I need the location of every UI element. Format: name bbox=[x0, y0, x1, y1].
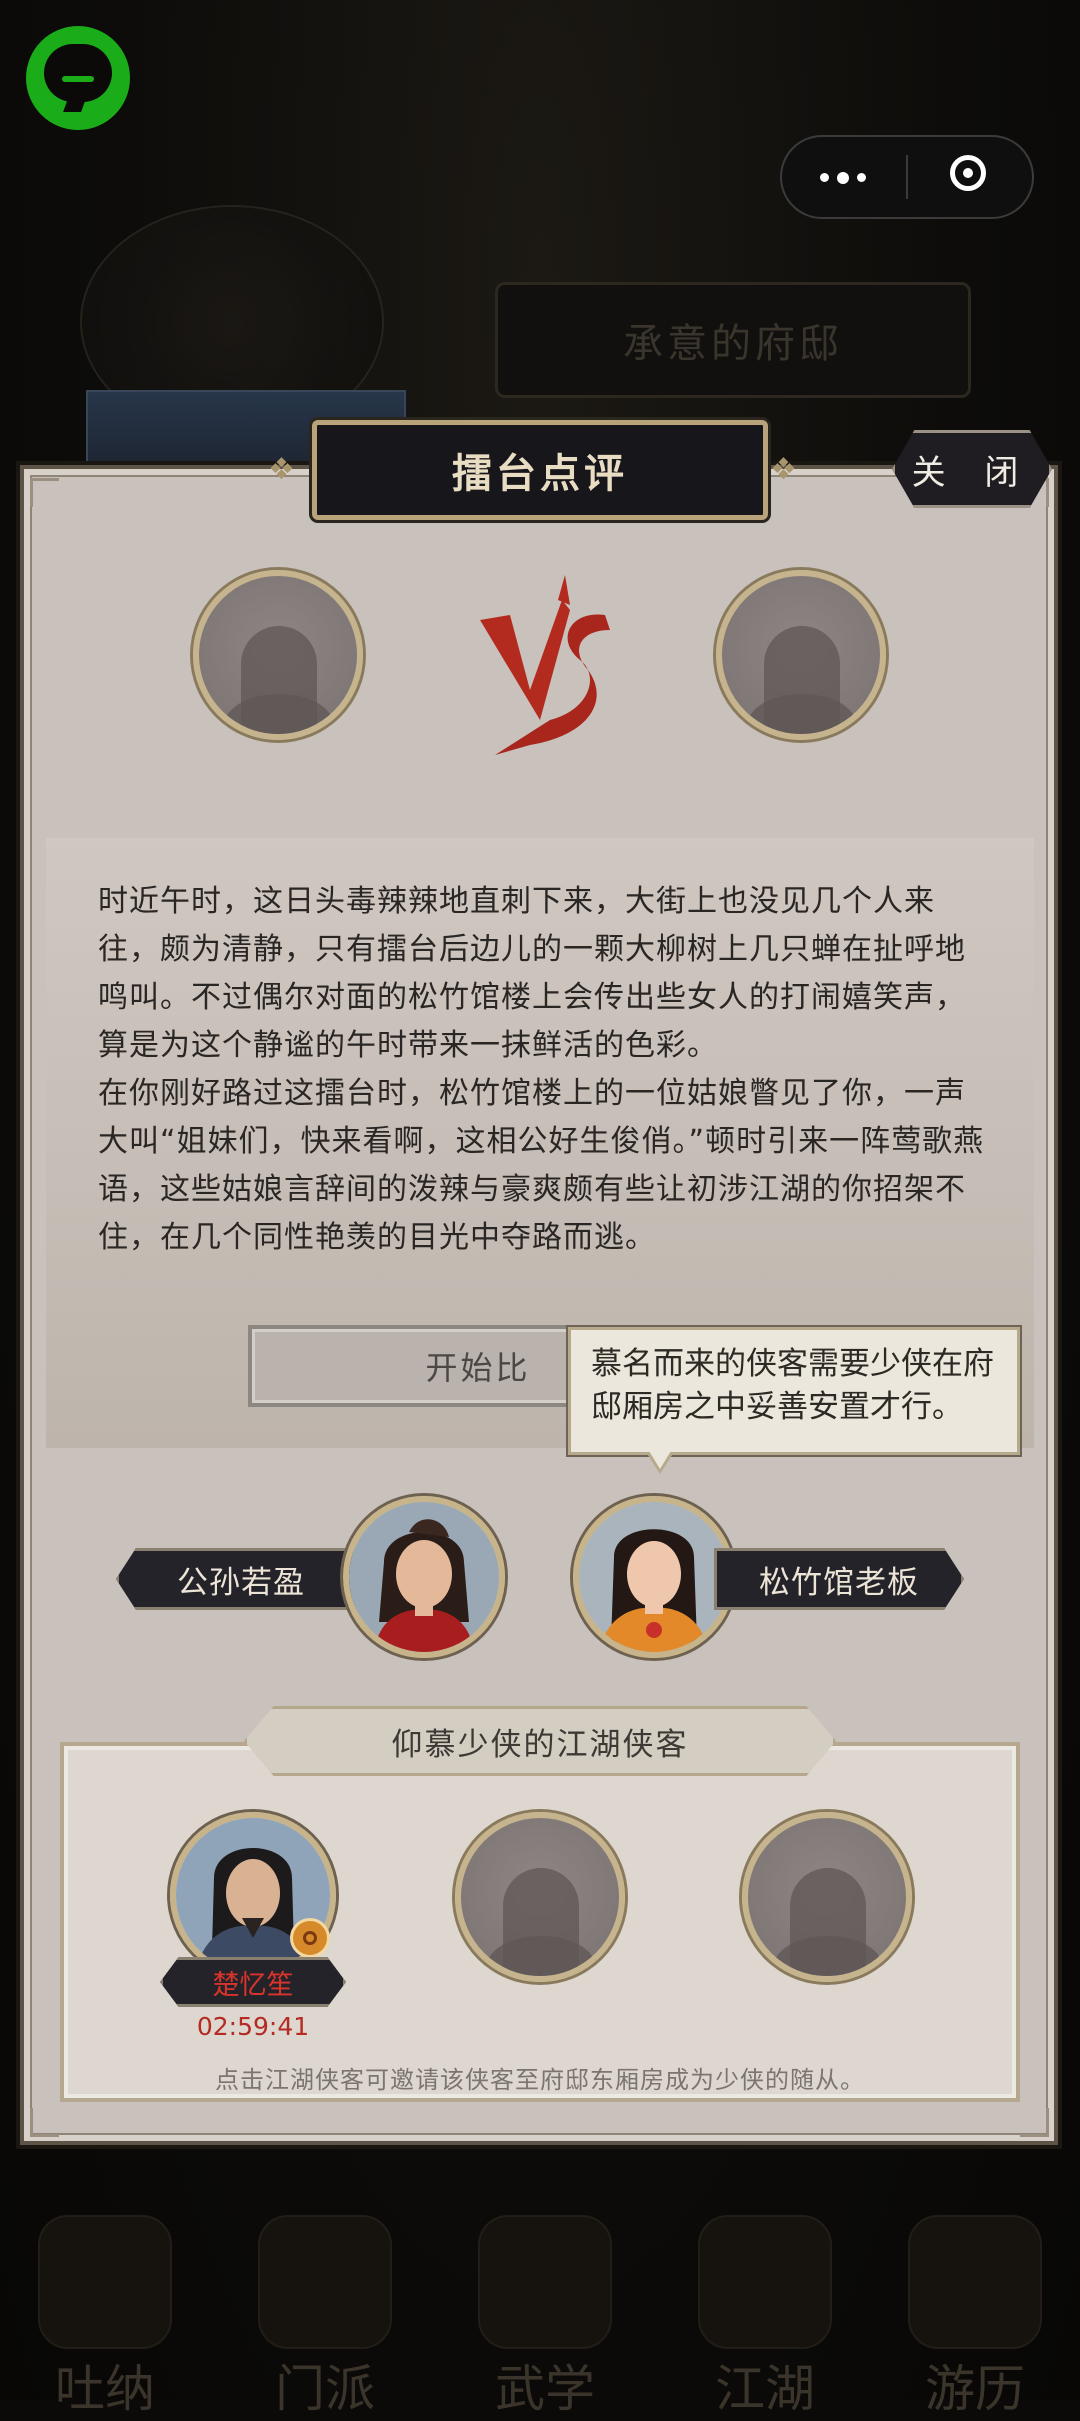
empty-avatar-right bbox=[716, 570, 886, 740]
character-avatar-right[interactable] bbox=[573, 1496, 735, 1658]
breathing-icon bbox=[38, 2215, 172, 2349]
guest-hint-text: 点击江湖侠客可邀请该侠客至府邸东厢房成为少侠的随从。 bbox=[215, 2066, 865, 2094]
empty-guest-slot[interactable] bbox=[455, 1812, 625, 1982]
admirer-guests-title: 仰慕少侠的江湖侠客 bbox=[244, 1706, 836, 1776]
character-name-right: 松竹馆老板 bbox=[714, 1548, 964, 1610]
nav-item-jianghu: 江湖 bbox=[680, 2215, 850, 2418]
close-button[interactable]: 关 闭 bbox=[892, 430, 1052, 508]
title-ornament-left: ❖ bbox=[268, 452, 295, 487]
corner-ornament bbox=[30, 478, 59, 507]
guest-badge-icon bbox=[290, 1918, 330, 1958]
dialog-title: 擂台点评 bbox=[312, 420, 768, 520]
nav-item-menpai: 门派 bbox=[240, 2215, 410, 2418]
background-mansion-banner: 承意的府邸 bbox=[495, 282, 971, 398]
empty-guest-slot[interactable] bbox=[742, 1812, 912, 1982]
tooltip: 慕名而来的侠客需要少侠在府邸厢房之中妥善安置才行。 bbox=[568, 1327, 1020, 1455]
nav-item-tuna: 吐纳 bbox=[20, 2215, 190, 2418]
nav-item-wuxue: 武学 bbox=[460, 2215, 630, 2418]
story-paragraph: 时近午时，这日头毒辣辣地直刺下来，大街上也没见几个人来往，颇为清静，只有擂台后边… bbox=[98, 884, 966, 1063]
sect-icon bbox=[258, 2215, 392, 2349]
character-avatar-left[interactable] bbox=[343, 1496, 505, 1658]
title-ornament-right: ❖ bbox=[770, 452, 797, 487]
vs-icon bbox=[480, 575, 610, 755]
story-text: 时近午时，这日头毒辣辣地直刺下来，大街上也没见几个人来往，颇为清静，只有擂台后边… bbox=[98, 878, 988, 1262]
character-name-left: 公孙若盈 bbox=[116, 1548, 366, 1610]
empty-avatar-left bbox=[193, 570, 363, 740]
miniprogram-logo-icon[interactable] bbox=[26, 26, 130, 130]
story-paragraph: 在你刚好路过这擂台时，松竹馆楼上的一位姑娘瞥见了你，一声大叫“姐妹们，快来看啊，… bbox=[98, 1076, 985, 1255]
nav-item-youli: 游历 bbox=[890, 2215, 1060, 2418]
guest-timer: 02:59:41 bbox=[196, 2012, 310, 2041]
travel-icon bbox=[908, 2215, 1042, 2349]
guest-name: 楚忆笙 bbox=[160, 1957, 346, 2007]
corner-ornament bbox=[1020, 2108, 1049, 2137]
jianghu-icon bbox=[698, 2215, 832, 2349]
miniprogram-capsule bbox=[780, 135, 1034, 219]
more-menu-icon[interactable] bbox=[820, 172, 866, 184]
corner-ornament bbox=[30, 2108, 59, 2137]
martial-arts-icon bbox=[478, 2215, 612, 2349]
close-miniprogram-icon[interactable] bbox=[950, 155, 986, 191]
